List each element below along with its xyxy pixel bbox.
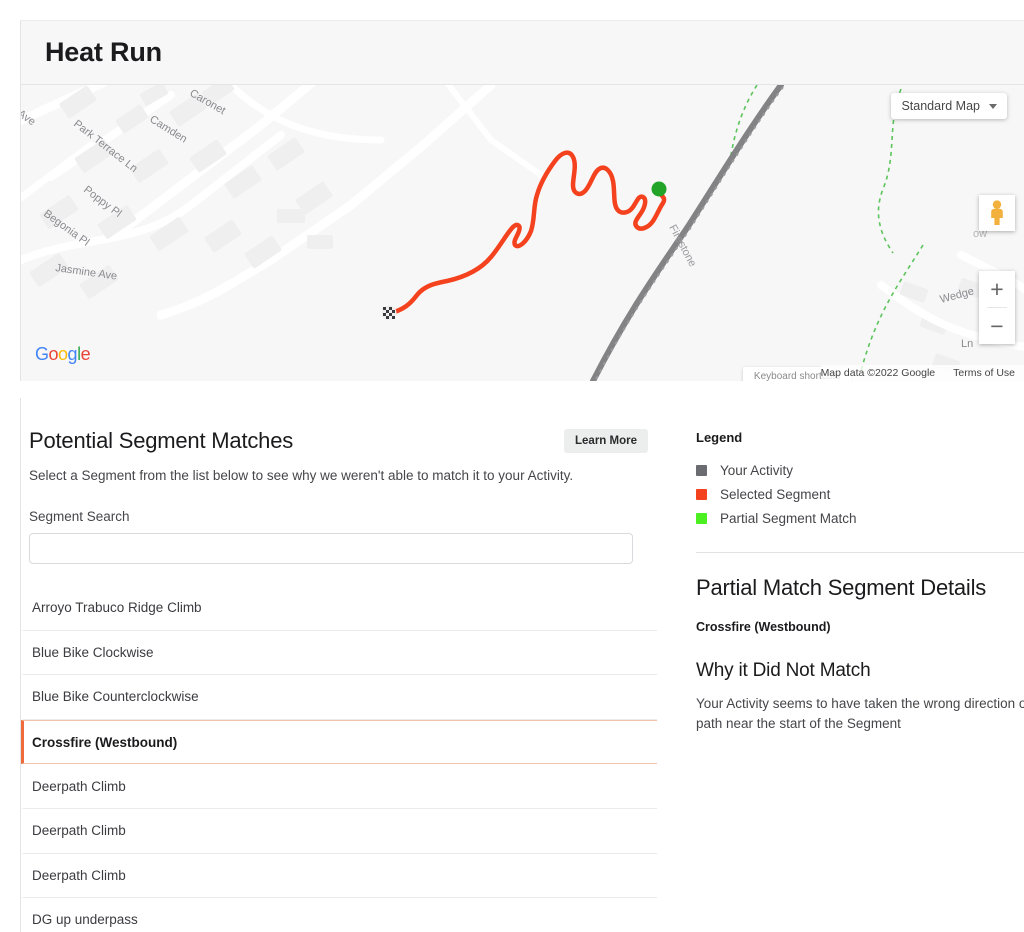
chevron-down-icon bbox=[989, 104, 997, 109]
matches-header-row: Potential Segment Matches Learn More bbox=[29, 398, 656, 454]
zoom-out-button[interactable]: − bbox=[979, 308, 1015, 344]
segment-list-item-selected[interactable]: Crossfire (Westbound) bbox=[21, 720, 657, 765]
pegman-glyph bbox=[987, 200, 1007, 226]
segment-list-item[interactable]: Blue Bike Counterclockwise bbox=[21, 675, 657, 720]
matches-subtitle: Select a Segment from the list below to … bbox=[29, 468, 656, 483]
legend-list: Your Activity Selected Segment Partial S… bbox=[696, 463, 1024, 526]
legend-label: Partial Segment Match bbox=[720, 511, 857, 526]
legend-label: Selected Segment bbox=[720, 487, 830, 502]
google-logo: Google bbox=[35, 344, 90, 365]
legend-swatch-your-activity bbox=[696, 465, 707, 476]
street-view-pegman-icon[interactable] bbox=[979, 195, 1015, 231]
legend-row: Partial Segment Match bbox=[696, 511, 1024, 526]
segment-list-item[interactable]: Arroyo Trabuco Ridge Climb bbox=[21, 586, 657, 631]
zoom-in-button[interactable]: + bbox=[979, 271, 1015, 307]
svg-text:Ln: Ln bbox=[961, 338, 973, 350]
zoom-controls: + − bbox=[979, 271, 1015, 344]
map-attribution-bar: Map data ©2022 Google Terms of Use bbox=[821, 365, 1024, 381]
activity-card: Heat Run bbox=[20, 20, 1024, 381]
segment-list-item[interactable]: Deerpath Climb bbox=[21, 764, 657, 809]
legend-and-details-panel: Legend Your Activity Selected Segment Pa… bbox=[656, 398, 1024, 932]
segment-search-input[interactable] bbox=[29, 533, 633, 564]
matches-heading: Potential Segment Matches bbox=[29, 428, 293, 454]
card-header: Heat Run bbox=[21, 21, 1024, 85]
map-graphics: Park Terrace Ln Camden Caronet Poppy Pl … bbox=[21, 85, 1024, 381]
segment-list-item[interactable]: Deerpath Climb bbox=[21, 809, 657, 854]
segment-list-item[interactable]: Deerpath Climb bbox=[21, 854, 657, 899]
map-type-label: Standard Map bbox=[901, 99, 980, 113]
segment-start-dot bbox=[652, 182, 667, 197]
segment-list: Arroyo Trabuco Ridge Climb Blue Bike Clo… bbox=[29, 586, 656, 932]
legend-row: Selected Segment bbox=[696, 487, 1024, 502]
why-text: Your Activity seems to have taken the wr… bbox=[696, 694, 1024, 733]
map-type-selector[interactable]: Standard Map bbox=[891, 93, 1007, 119]
page-title: Heat Run bbox=[45, 37, 162, 68]
learn-more-button[interactable]: Learn More bbox=[564, 429, 648, 453]
map-attribution: Map data ©2022 Google bbox=[821, 367, 936, 379]
legend-swatch-selected-segment bbox=[696, 489, 707, 500]
legend-heading: Legend bbox=[696, 430, 1024, 445]
segment-list-item[interactable]: DG up underpass bbox=[21, 898, 657, 932]
details-heading: Partial Match Segment Details bbox=[696, 575, 1024, 601]
legend-row: Your Activity bbox=[696, 463, 1024, 478]
legend-label: Your Activity bbox=[720, 463, 793, 478]
segment-list-item[interactable]: Blue Bike Clockwise bbox=[21, 631, 657, 676]
why-heading: Why it Did Not Match bbox=[696, 660, 1024, 682]
legend-swatch-partial-match bbox=[696, 513, 707, 524]
content-area: Potential Segment Matches Learn More Sel… bbox=[20, 398, 1024, 932]
terms-of-use-link[interactable]: Terms of Use bbox=[953, 367, 1015, 379]
section-divider bbox=[696, 552, 1024, 553]
map-canvas[interactable]: Park Terrace Ln Camden Caronet Poppy Pl … bbox=[21, 85, 1024, 381]
segment-search-label: Segment Search bbox=[29, 509, 656, 524]
finish-flag-marker bbox=[382, 306, 397, 321]
segment-matches-panel: Potential Segment Matches Learn More Sel… bbox=[20, 398, 656, 932]
details-segment-name: Crossfire (Westbound) bbox=[696, 620, 1024, 634]
page-root: Heat Run bbox=[0, 0, 1024, 932]
